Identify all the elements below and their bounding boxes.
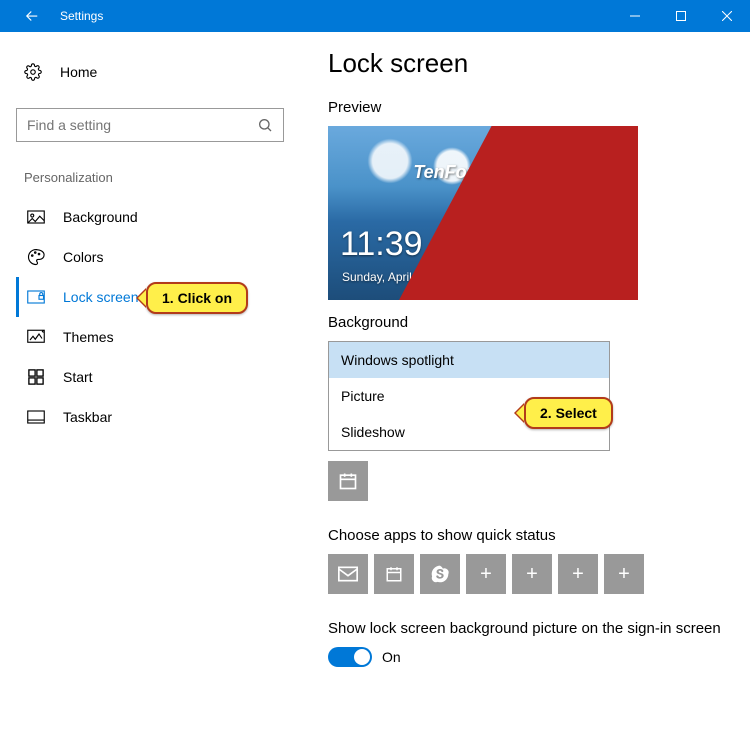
sidebar-item-start[interactable]: Start xyxy=(16,357,304,397)
titlebar: Settings xyxy=(0,0,750,32)
quick-status-add-4[interactable]: + xyxy=(604,554,644,594)
window-controls xyxy=(612,0,750,32)
start-icon xyxy=(27,369,45,385)
plus-icon: + xyxy=(618,563,630,586)
maximize-button[interactable] xyxy=(658,0,704,32)
preview-label: Preview xyxy=(328,99,726,116)
search-icon xyxy=(257,117,273,133)
close-icon xyxy=(722,11,732,21)
preview-date: Sunday, April 16 xyxy=(342,270,429,284)
taskbar-icon xyxy=(27,410,45,424)
back-button[interactable] xyxy=(8,0,56,32)
skype-icon xyxy=(430,564,450,584)
sidebar-item-label: Colors xyxy=(63,249,103,265)
quick-status-add-3[interactable]: + xyxy=(558,554,598,594)
signin-picture-toggle[interactable] xyxy=(328,647,372,667)
plus-icon: + xyxy=(526,563,538,586)
sidebar-item-taskbar[interactable]: Taskbar xyxy=(16,397,304,437)
calendar-icon xyxy=(385,565,403,583)
sidebar: Home Personalization Background Colors L… xyxy=(0,32,320,734)
plus-icon: + xyxy=(480,563,492,586)
quick-status-calendar[interactable] xyxy=(374,554,414,594)
quick-status-add-1[interactable]: + xyxy=(466,554,506,594)
themes-icon xyxy=(27,329,45,345)
minimize-icon xyxy=(630,11,640,21)
gear-icon xyxy=(24,63,42,81)
picture-icon xyxy=(27,210,45,224)
quick-status-row: + + + + xyxy=(328,554,726,594)
sidebar-item-label: Taskbar xyxy=(63,409,112,425)
annotation-step-2: 2. Select xyxy=(524,397,613,429)
sidebar-item-themes[interactable]: Themes xyxy=(16,317,304,357)
annotation-step-1: 1. Click on xyxy=(146,282,248,314)
mail-icon xyxy=(338,566,358,582)
preview-watermark: TenForums.com xyxy=(328,162,638,183)
quick-status-mail[interactable] xyxy=(328,554,368,594)
background-dropdown[interactable]: Windows spotlight Picture Slideshow xyxy=(328,341,610,451)
home-label: Home xyxy=(60,64,97,80)
sidebar-item-label: Background xyxy=(63,209,138,225)
search-field[interactable] xyxy=(27,117,257,133)
sidebar-section-label: Personalization xyxy=(16,170,304,185)
sidebar-item-label: Start xyxy=(63,369,93,385)
sidebar-item-colors[interactable]: Colors xyxy=(16,237,304,277)
sidebar-item-label: Themes xyxy=(63,329,114,345)
quick-status-add-2[interactable]: + xyxy=(512,554,552,594)
window-title: Settings xyxy=(60,9,612,23)
minimize-button[interactable] xyxy=(612,0,658,32)
background-label: Background xyxy=(328,314,726,331)
toggle-state-label: On xyxy=(382,649,401,665)
lock-screen-icon xyxy=(27,290,45,304)
sidebar-item-background[interactable]: Background xyxy=(16,197,304,237)
maximize-icon xyxy=(676,11,686,21)
main-panel: Lock screen Preview TenForums.com 11:39 … xyxy=(320,32,750,734)
calendar-icon xyxy=(338,471,358,491)
home-link[interactable]: Home xyxy=(16,52,304,92)
palette-icon xyxy=(27,248,45,266)
arrow-left-icon xyxy=(23,7,41,25)
close-button[interactable] xyxy=(704,0,750,32)
lock-screen-preview: TenForums.com 11:39 Sunday, April 16 xyxy=(328,126,638,300)
search-input[interactable] xyxy=(16,108,284,142)
dropdown-option-spotlight[interactable]: Windows spotlight xyxy=(329,342,609,378)
quick-status-skype[interactable] xyxy=(420,554,460,594)
preview-time: 11:39 xyxy=(340,225,423,264)
signin-picture-label: Show lock screen background picture on t… xyxy=(328,620,726,637)
page-title: Lock screen xyxy=(328,48,726,79)
quick-status-label: Choose apps to show quick status xyxy=(328,527,726,544)
detailed-status-app-slot[interactable] xyxy=(328,461,368,501)
plus-icon: + xyxy=(572,563,584,586)
